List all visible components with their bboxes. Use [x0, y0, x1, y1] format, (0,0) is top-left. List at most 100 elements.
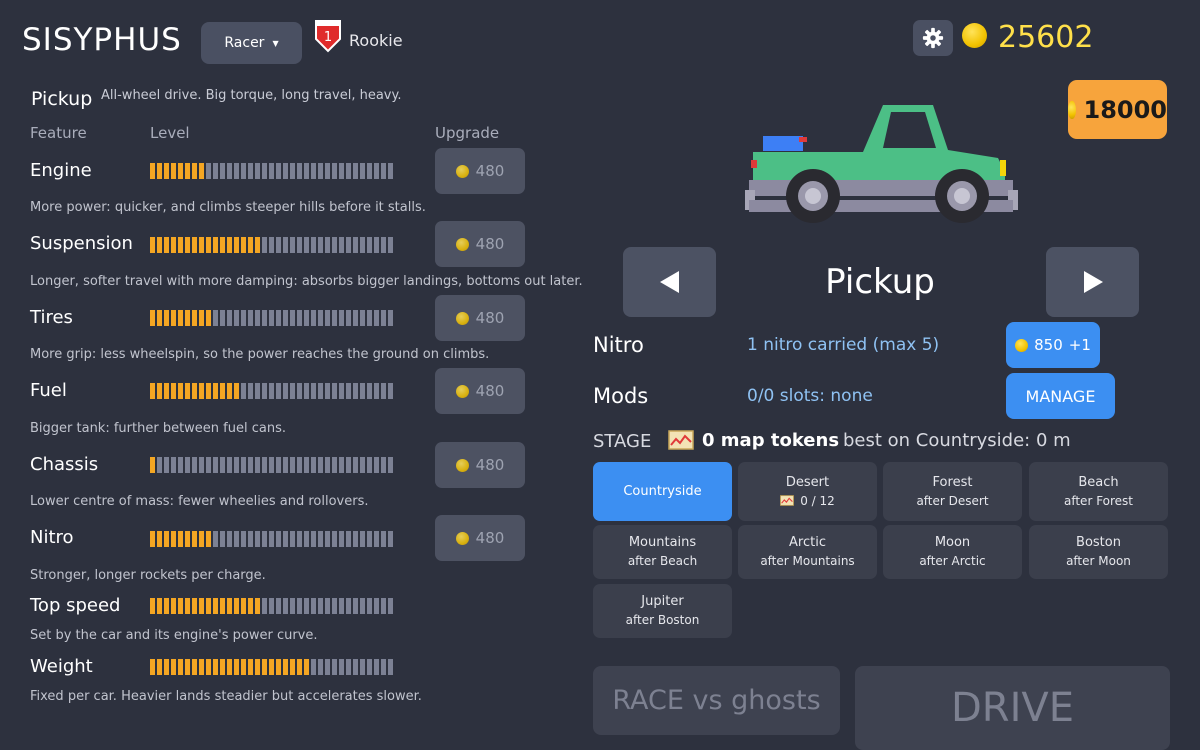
stage-tile-arctic[interactable]: Arctic after Mountains	[738, 525, 877, 579]
level-segment	[269, 383, 274, 399]
previous-car-button[interactable]	[623, 247, 716, 317]
level-segment	[367, 310, 372, 326]
level-bar-engine	[150, 163, 393, 179]
stage-subtitle: after Forest	[1064, 492, 1133, 510]
level-segment	[234, 237, 239, 253]
upgrade-button-tires[interactable]: 480	[435, 295, 525, 341]
level-segment	[388, 383, 393, 399]
level-segment	[241, 163, 246, 179]
stage-tile-forest[interactable]: Forest after Desert	[883, 462, 1022, 521]
level-segment	[360, 457, 365, 473]
upgrade-button-chassis[interactable]: 480	[435, 442, 525, 488]
level-segment	[262, 457, 267, 473]
next-car-button[interactable]	[1046, 247, 1139, 317]
upgrade-button-suspension[interactable]: 480	[435, 221, 525, 267]
stage-name: Mountains	[628, 535, 697, 550]
car-price: 18000	[1083, 95, 1168, 124]
level-segment	[318, 598, 323, 614]
stage-tile-desert[interactable]: Desert 0 / 12	[738, 462, 877, 521]
stage-tile-boston[interactable]: Boston after Moon	[1029, 525, 1168, 579]
level-segment	[381, 531, 386, 547]
level-segment	[297, 531, 302, 547]
level-segment	[374, 531, 379, 547]
level-segment	[164, 383, 169, 399]
coin-balance: 25602	[998, 20, 1094, 55]
upgrade-button-nitro[interactable]: 480	[435, 515, 525, 561]
level-segment	[206, 383, 211, 399]
level-bar-suspension	[150, 237, 393, 253]
stage-tile-beach[interactable]: Beach after Forest	[1029, 462, 1168, 521]
stage-name: Forest	[932, 474, 973, 490]
level-segment	[157, 237, 162, 253]
level-segment	[185, 659, 190, 675]
feature-description-chassis: Lower centre of mass: fewer wheelies and…	[30, 494, 369, 509]
upgrade-button-engine[interactable]: 480	[435, 148, 525, 194]
level-segment	[269, 457, 274, 473]
level-segment	[234, 659, 239, 675]
level-segment	[353, 457, 358, 473]
buy-nitro-button[interactable]: 850 +1	[1006, 322, 1100, 368]
level-segment	[297, 237, 302, 253]
level-segment	[262, 598, 267, 614]
level-segment	[346, 531, 351, 547]
level-segment	[199, 531, 204, 547]
feature-description-suspension: Longer, softer travel with more damping:…	[30, 274, 583, 289]
drive-button[interactable]: DRIVE	[855, 666, 1170, 750]
level-segment	[213, 457, 218, 473]
level-segment	[353, 598, 358, 614]
car-name-heading: Pickup	[31, 88, 93, 110]
level-segment	[185, 310, 190, 326]
level-segment	[199, 237, 204, 253]
level-segment	[269, 531, 274, 547]
level-segment	[346, 457, 351, 473]
upgrade-cost: 480	[475, 456, 505, 474]
stage-tile-moon[interactable]: Moon after Arctic	[883, 525, 1022, 579]
coin-icon	[962, 23, 987, 48]
level-segment	[171, 457, 176, 473]
stage-tile-countryside[interactable]: Countryside	[593, 462, 732, 521]
stage-tile-mountains[interactable]: Mountains after Beach	[593, 525, 732, 579]
level-segment	[332, 659, 337, 675]
stage-name: Moon	[934, 535, 971, 550]
car-price-button[interactable]: 18000	[1068, 80, 1167, 139]
manage-mods-button[interactable]: MANAGE	[1006, 373, 1115, 419]
level-segment	[311, 163, 316, 179]
level-segment	[157, 383, 162, 399]
level-segment	[227, 383, 232, 399]
rank-number: 1	[324, 30, 332, 45]
feature-description-top-speed: Set by the car and its engine's power cu…	[30, 628, 318, 643]
mode-dropdown-button[interactable]: Racer ▼	[201, 22, 302, 64]
level-segment	[262, 310, 267, 326]
level-segment	[241, 310, 246, 326]
level-segment	[388, 163, 393, 179]
level-segment	[178, 383, 183, 399]
level-segment	[304, 163, 309, 179]
coin-icon	[1015, 338, 1029, 352]
level-segment	[255, 457, 260, 473]
level-segment	[164, 659, 169, 675]
level-segment	[381, 237, 386, 253]
level-segment	[255, 659, 260, 675]
level-segment	[353, 163, 358, 179]
level-segment	[213, 659, 218, 675]
level-segment	[318, 237, 323, 253]
level-segment	[220, 163, 225, 179]
level-segment	[283, 659, 288, 675]
race-vs-ghosts-button[interactable]: RACE vs ghosts	[593, 666, 840, 735]
feature-name-nitro: Nitro	[30, 527, 74, 548]
level-segment	[206, 163, 211, 179]
pickup-truck-image	[745, 105, 1018, 223]
stage-subtitle: after Mountains	[760, 552, 854, 570]
level-segment	[164, 163, 169, 179]
level-segment	[346, 310, 351, 326]
level-segment	[388, 310, 393, 326]
rank-shield-icon: 1	[315, 20, 341, 53]
upgrade-button-fuel[interactable]: 480	[435, 368, 525, 414]
settings-button[interactable]	[913, 20, 953, 56]
level-segment	[178, 457, 183, 473]
level-segment	[381, 598, 386, 614]
level-segment	[339, 310, 344, 326]
level-segment	[276, 457, 281, 473]
stage-tile-jupiter[interactable]: Jupiter after Boston	[593, 584, 732, 638]
level-segment	[192, 457, 197, 473]
